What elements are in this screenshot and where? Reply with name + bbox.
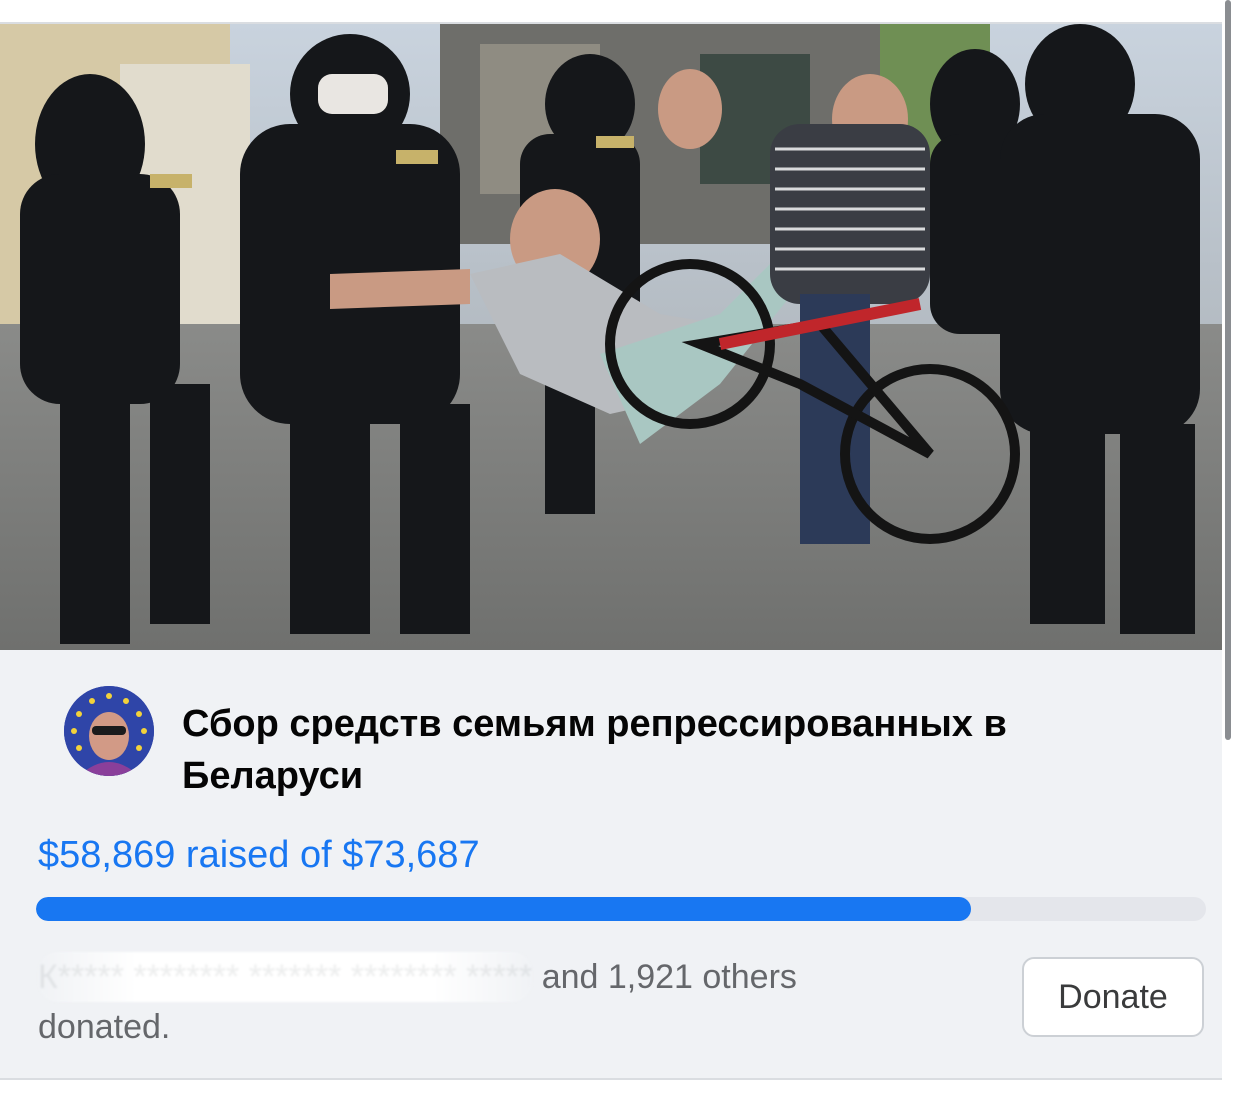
profile-avatar-image — [64, 686, 154, 776]
scrollbar[interactable] — [1225, 0, 1231, 740]
donate-button[interactable]: Donate — [1022, 957, 1204, 1037]
profile-avatar[interactable] — [64, 686, 154, 776]
bottom-divider — [0, 1078, 1222, 1080]
raised-amount: $58,869 raised of $73,687 — [38, 834, 480, 876]
donors-text: К***** ******** ******* ******** ***** a… — [38, 952, 938, 1052]
redacted-donor-names: К***** ******** ******* ******** ***** — [38, 952, 533, 1002]
fundraiser-post: Сбор средств семьям репрессированных в Б… — [0, 0, 1242, 1110]
progress-bar — [36, 897, 1206, 921]
progress-bar-fill — [36, 897, 971, 921]
fundraiser-card[interactable]: Сбор средств семьям репрессированных в Б… — [0, 650, 1222, 1078]
cover-photo-illustration — [0, 24, 1222, 650]
cover-photo[interactable] — [0, 24, 1222, 650]
fundraiser-title[interactable]: Сбор средств семьям репрессированных в Б… — [182, 698, 1172, 802]
